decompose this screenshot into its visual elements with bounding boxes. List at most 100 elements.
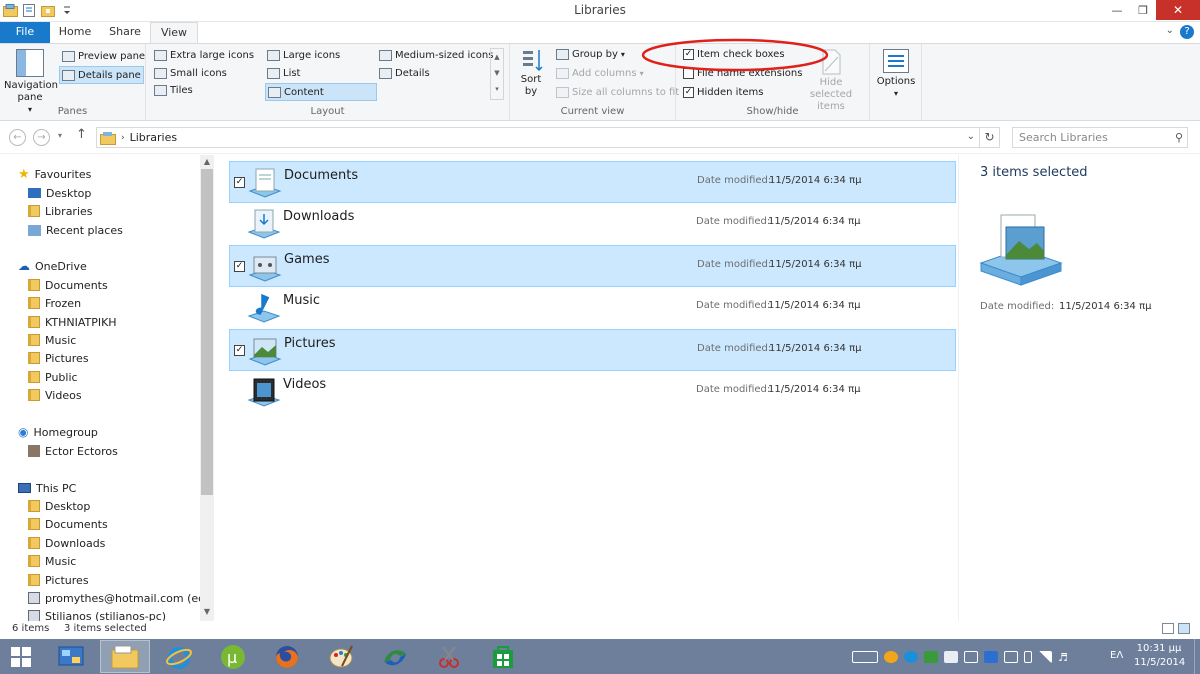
item-checkbox[interactable]: ✓ — [234, 345, 245, 356]
recent-locations-icon[interactable]: ▾ — [58, 131, 62, 140]
tray-sync-icon[interactable] — [924, 650, 938, 663]
show-desktop-button[interactable] — [1194, 639, 1200, 674]
keyboard-icon[interactable] — [852, 650, 878, 663]
item-checkbox[interactable]: ✓ — [234, 177, 245, 188]
back-button[interactable]: ← — [9, 129, 26, 146]
details-button[interactable]: Details — [379, 68, 430, 79]
volume-icon[interactable]: ♬ — [1058, 651, 1072, 664]
nav-onedrive[interactable]: ☁ OneDrive — [18, 257, 87, 275]
help-icon[interactable]: ? — [1180, 25, 1194, 39]
list-button[interactable]: List — [267, 68, 300, 79]
item-date-label: Date modified: — [697, 259, 772, 270]
scroll-thumb[interactable] — [201, 169, 213, 495]
list-item[interactable]: ✓ Pictures Date modified: 11/5/2014 6:34 πμ — [229, 329, 956, 371]
details-view-icon[interactable] — [1162, 623, 1174, 634]
nav-item-stilianos[interactable]: Stilianos (stilianos-pc) — [28, 607, 166, 621]
clock[interactable]: 10:31 μμ 11/5/2014 — [1134, 642, 1185, 670]
list-item[interactable]: Videos Date modified: 11/5/2014 6:34 πμ — [229, 371, 956, 413]
tab-view[interactable]: View — [150, 22, 198, 43]
size-columns-button[interactable]: Size all columns to fit — [556, 87, 679, 98]
refresh-button[interactable]: ↻ — [980, 127, 1000, 148]
taskbar-firefox[interactable] — [262, 640, 312, 673]
large-icons-view-icon[interactable] — [1178, 623, 1190, 634]
tray-app-icon[interactable] — [884, 650, 898, 663]
taskbar-network-app[interactable] — [370, 640, 420, 673]
large-icons-button[interactable]: Large icons — [267, 50, 340, 61]
tab-file[interactable]: File — [0, 22, 50, 43]
tray-safely-remove-icon[interactable] — [944, 650, 958, 663]
nav-item-ector[interactable]: Ector Ectoros — [28, 442, 118, 460]
breadcrumb[interactable]: Libraries — [130, 131, 178, 144]
signal-icon[interactable] — [1038, 650, 1052, 663]
maximize-button[interactable]: ❐ — [1130, 0, 1156, 20]
nav-favourites[interactable]: ★ Favourites — [18, 165, 91, 183]
details-pane-button[interactable]: Details pane — [59, 66, 144, 84]
preview-pane-button[interactable]: Preview pane — [60, 48, 147, 64]
nav-item-onedrive-music[interactable]: Music — [28, 331, 76, 349]
taskbar-utorrent[interactable]: µ — [208, 640, 258, 673]
nav-item-onedrive-ktiniatriki[interactable]: KTHNIATPIKH — [28, 313, 117, 331]
taskbar-file-explorer[interactable] — [100, 640, 150, 673]
content-button[interactable]: Content — [265, 83, 377, 101]
nav-item-pc-desktop[interactable]: Desktop — [28, 497, 90, 515]
nav-this-pc[interactable]: This PC — [18, 479, 76, 497]
nav-item-pc-documents[interactable]: Documents — [28, 515, 108, 533]
action-center-icon[interactable] — [1004, 650, 1018, 663]
hidden-items-checkbox[interactable]: ✓ — [683, 87, 694, 98]
nav-item-pc-pictures[interactable]: Pictures — [28, 571, 89, 589]
tray-globe-icon[interactable] — [904, 650, 918, 663]
hidden-items-toggle[interactable]: ✓ Hidden items — [683, 87, 763, 98]
options-button[interactable]: Options ▾ — [874, 48, 918, 100]
nav-item-libraries[interactable]: Libraries — [28, 202, 93, 220]
taskbar-paint[interactable] — [316, 640, 366, 673]
taskbar-control-panel[interactable] — [46, 640, 96, 673]
nav-item-onedrive-videos[interactable]: Videos — [28, 386, 82, 404]
battery-icon[interactable] — [1024, 650, 1032, 663]
sort-by-button[interactable]: Sort by — [518, 48, 548, 98]
language-indicator[interactable]: ΕΛ — [1110, 650, 1123, 661]
nav-item-network-user[interactable]: promythes@hotmail.com (ectort — [28, 589, 214, 607]
nav-homegroup[interactable]: ◉ Homegroup — [18, 423, 98, 441]
minimize-ribbon-icon[interactable]: ⌄ — [1166, 25, 1174, 36]
nav-item-desktop[interactable]: Desktop — [28, 184, 91, 202]
medium-icons-button[interactable]: Medium-sized icons — [379, 50, 493, 61]
group-by-button[interactable]: Group by ▾ — [556, 49, 625, 60]
close-button[interactable]: ✕ — [1156, 0, 1200, 20]
forward-button[interactable]: → — [33, 129, 50, 146]
nav-item-onedrive-public[interactable]: Public — [28, 368, 78, 386]
tiles-button[interactable]: Tiles — [154, 85, 193, 96]
chevron-down-icon: ▾ — [620, 50, 625, 59]
search-input[interactable]: Search Libraries ⚲ — [1012, 127, 1188, 148]
list-item[interactable]: ✓ Documents Date modified: 11/5/2014 6:34 π… — [229, 161, 956, 203]
scroll-down-icon[interactable]: ▼ — [200, 607, 214, 619]
start-button[interactable] — [0, 640, 42, 673]
layout-scroll[interactable]: ▲ ▼ ▾ — [490, 48, 504, 100]
item-checkbox[interactable]: ✓ — [234, 261, 245, 272]
tray-bluetooth-icon[interactable] — [984, 650, 998, 663]
nav-item-onedrive-documents[interactable]: Documents — [28, 276, 108, 294]
nav-item-onedrive-frozen[interactable]: Frozen — [28, 294, 81, 312]
nav-item-pc-music[interactable]: Music — [28, 552, 76, 570]
scroll-up-icon[interactable]: ▲ — [200, 157, 214, 169]
nav-scrollbar[interactable]: ▲ ▼ — [200, 155, 214, 621]
list-item[interactable]: ✓ Games Date modified: 11/5/2014 6:34 πμ — [229, 245, 956, 287]
add-columns-button[interactable]: Add columns ▾ — [556, 68, 644, 79]
small-icons-button[interactable]: Small icons — [154, 68, 227, 79]
tab-share[interactable]: Share — [100, 22, 150, 43]
nav-item-pc-downloads[interactable]: Downloads — [28, 534, 105, 552]
list-item[interactable]: Music Date modified: 11/5/2014 6:34 πμ — [229, 287, 956, 329]
extra-large-icons-button[interactable]: Extra large icons — [154, 50, 254, 61]
chevron-down-icon[interactable]: ⌄ — [967, 131, 975, 142]
taskbar-internet-explorer[interactable] — [154, 640, 204, 673]
up-button[interactable]: ↑ — [76, 127, 87, 142]
minimize-button[interactable]: — — [1104, 0, 1130, 20]
taskbar-snipping-tool[interactable] — [424, 640, 474, 673]
chevron-right-icon[interactable]: › — [121, 133, 125, 143]
nav-item-onedrive-pictures[interactable]: Pictures — [28, 349, 89, 367]
address-field[interactable]: › Libraries ⌄ — [96, 127, 980, 148]
tab-home[interactable]: Home — [50, 22, 100, 43]
nav-item-recent-places[interactable]: Recent places — [28, 221, 123, 239]
list-item[interactable]: Downloads Date modified: 11/5/2014 6:34 πμ — [229, 203, 956, 245]
tray-display-icon[interactable] — [964, 650, 978, 663]
taskbar-store[interactable] — [478, 640, 528, 673]
